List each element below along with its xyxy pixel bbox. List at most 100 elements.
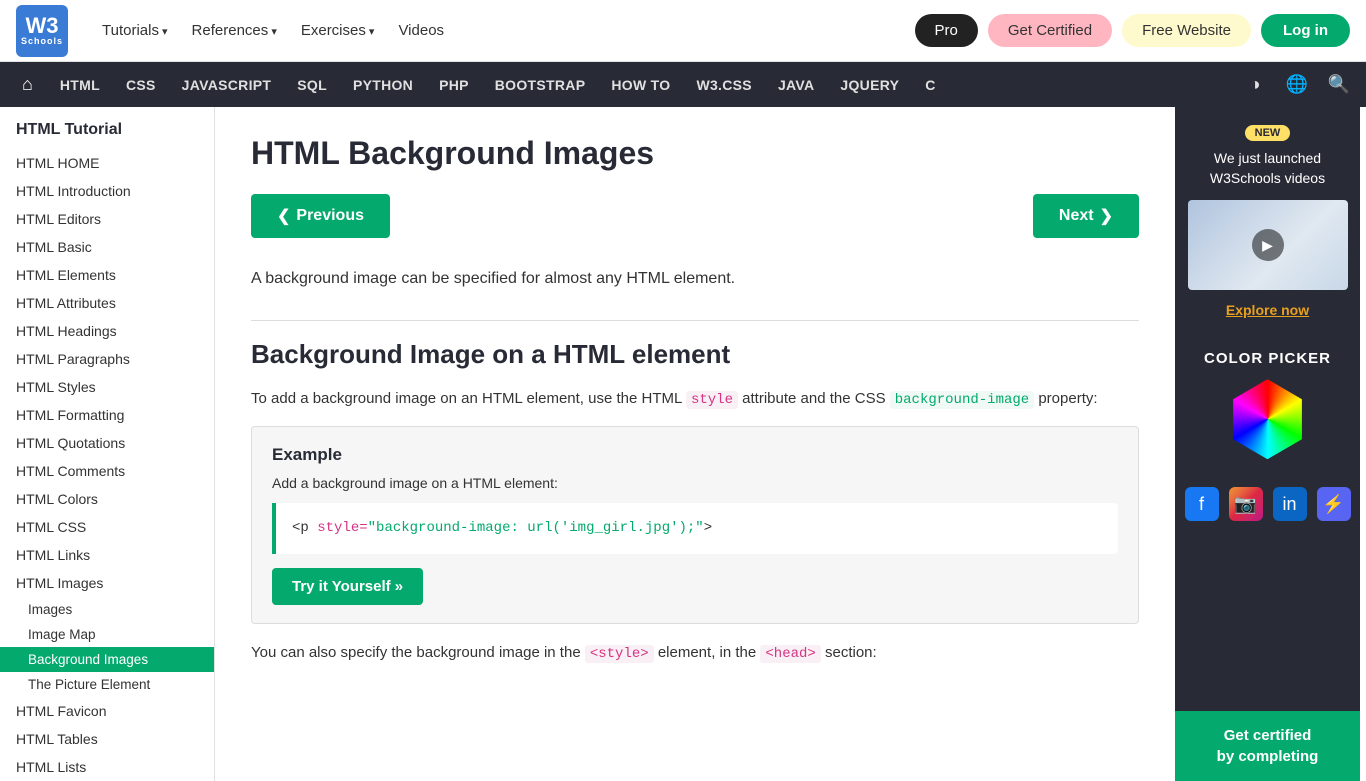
prev-button[interactable]: ❮ Previous	[251, 194, 390, 238]
nav-videos[interactable]: Videos	[388, 16, 454, 45]
search-icon[interactable]: 🔍	[1320, 66, 1358, 104]
nav-jquery[interactable]: JQUERY	[827, 62, 912, 107]
get-certified-text: Get certifiedby completing	[1187, 725, 1348, 767]
divider	[251, 320, 1139, 321]
sidebar-item-attributes[interactable]: HTML Attributes	[0, 289, 214, 317]
code-attr: style=	[317, 520, 367, 536]
pro-button[interactable]: Pro	[915, 14, 978, 47]
sidebar-item-comments[interactable]: HTML Comments	[0, 457, 214, 485]
home-icon[interactable]: ⌂	[8, 62, 47, 107]
nav-howto[interactable]: HOW TO	[598, 62, 683, 107]
page-layout: HTML Tutorial HTML HOME HTML Introductio…	[0, 107, 1366, 781]
get-certified-button[interactable]: Get Certified	[988, 14, 1112, 47]
logo-w3: W3	[26, 15, 59, 37]
sidebar-subitem-image-map[interactable]: Image Map	[0, 622, 214, 647]
top-navigation: W3 Schools Tutorials References Exercise…	[0, 0, 1366, 62]
sidebar-subitem-images[interactable]: Images	[0, 597, 214, 622]
section-description: To add a background image on an HTML ele…	[251, 386, 1139, 413]
nav-tutorials[interactable]: Tutorials	[92, 16, 178, 45]
discord-icon[interactable]: ⚡	[1317, 487, 1351, 521]
section-text-1: To add a background image on an HTML ele…	[251, 390, 686, 407]
nav-references[interactable]: References	[182, 16, 287, 45]
main-nav-right-icons: ◑ 🌐 🔍	[1236, 66, 1358, 104]
sidebar-item-tables[interactable]: HTML Tables	[0, 725, 214, 753]
contrast-icon[interactable]: ◑	[1236, 66, 1274, 104]
prev-arrow: ❮	[277, 206, 290, 226]
nav-php[interactable]: PHP	[426, 62, 482, 107]
nav-java[interactable]: JAVA	[765, 62, 827, 107]
nav-sql[interactable]: SQL	[284, 62, 340, 107]
page-title: HTML Background Images	[251, 135, 1139, 172]
get-certified-box: Get certifiedby completing	[1175, 711, 1360, 781]
try-it-yourself-button[interactable]: Try it Yourself »	[272, 568, 423, 605]
nav-python[interactable]: PYTHON	[340, 62, 426, 107]
linkedin-icon[interactable]: in	[1273, 487, 1307, 521]
color-picker-section: COLOR PICKER	[1175, 336, 1360, 487]
sidebar-item-introduction[interactable]: HTML Introduction	[0, 177, 214, 205]
code-head-tag: <head>	[760, 645, 820, 663]
next-arrow: ❯	[1100, 206, 1113, 226]
main-content: HTML Background Images ❮ Previous Next ❯…	[215, 107, 1175, 781]
sidebar-item-quotations[interactable]: HTML Quotations	[0, 429, 214, 457]
nav-bootstrap[interactable]: BOOTSTRAP	[482, 62, 599, 107]
nav-c[interactable]: C	[912, 62, 948, 107]
new-badge: NEW	[1245, 125, 1291, 141]
sidebar-subitem-picture-element[interactable]: The Picture Element	[0, 672, 214, 697]
instagram-icon[interactable]: 📷	[1229, 487, 1263, 521]
section-text-3: property:	[1038, 390, 1097, 407]
sidebar-item-lists[interactable]: HTML Lists	[0, 753, 214, 781]
code-val: "background-image: url('img_girl.jpg');"	[368, 520, 704, 536]
sidebar-title: HTML Tutorial	[0, 107, 214, 149]
play-button[interactable]: ▶	[1252, 229, 1284, 261]
nav-css[interactable]: CSS	[113, 62, 169, 107]
nav-w3css[interactable]: W3.CSS	[683, 62, 764, 107]
code-tag-close: >	[704, 520, 712, 536]
nav-exercises[interactable]: Exercises	[291, 16, 385, 45]
top-nav-links: Tutorials References Exercises Videos	[92, 16, 454, 45]
login-button[interactable]: Log in	[1261, 14, 1350, 47]
example-sub: Add a background image on a HTML element…	[272, 475, 1118, 491]
sidebar-item-favicon[interactable]: HTML Favicon	[0, 697, 214, 725]
bottom-text-2: element, in the	[658, 644, 761, 661]
bottom-text: You can also specify the background imag…	[251, 640, 1139, 667]
sidebar-item-css[interactable]: HTML CSS	[0, 513, 214, 541]
color-wheel[interactable]	[1228, 379, 1308, 459]
code-tag-open: <p	[292, 520, 317, 536]
explore-link[interactable]: Explore now	[1226, 302, 1309, 318]
nav-buttons: ❮ Previous Next ❯	[251, 194, 1139, 238]
sidebar-item-formatting[interactable]: HTML Formatting	[0, 401, 214, 429]
code-style-tag: <style>	[585, 645, 654, 663]
sidebar-item-images[interactable]: HTML Images	[0, 569, 214, 597]
promo-text: We just launched W3Schools videos	[1175, 149, 1360, 200]
globe-icon[interactable]: 🌐	[1278, 66, 1316, 104]
sidebar-item-headings[interactable]: HTML Headings	[0, 317, 214, 345]
w3schools-logo[interactable]: W3 Schools	[16, 5, 68, 57]
facebook-icon[interactable]: f	[1185, 487, 1219, 521]
right-sidebar: NEW We just launched W3Schools videos ▶ …	[1175, 107, 1360, 781]
code-bg-image: background-image	[890, 391, 1034, 409]
video-thumbnail[interactable]: ▶	[1188, 200, 1348, 290]
free-website-button[interactable]: Free Website	[1122, 14, 1251, 47]
bottom-text-1: You can also specify the background imag…	[251, 644, 585, 661]
section-text-2: attribute and the CSS	[742, 390, 890, 407]
sidebar-subitem-background-images[interactable]: Background Images	[0, 647, 214, 672]
social-icons: f 📷 in ⚡	[1185, 487, 1351, 521]
next-label: Next	[1059, 207, 1094, 225]
sidebar-item-paragraphs[interactable]: HTML Paragraphs	[0, 345, 214, 373]
sidebar-item-html-home[interactable]: HTML HOME	[0, 149, 214, 177]
sidebar-item-colors[interactable]: HTML Colors	[0, 485, 214, 513]
next-button[interactable]: Next ❯	[1033, 194, 1139, 238]
sidebar-item-editors[interactable]: HTML Editors	[0, 205, 214, 233]
sidebar-item-basic[interactable]: HTML Basic	[0, 233, 214, 261]
logo-schools: Schools	[21, 37, 63, 46]
sidebar-item-elements[interactable]: HTML Elements	[0, 261, 214, 289]
example-label: Example	[272, 445, 1118, 465]
top-nav-right: Pro Get Certified Free Website Log in	[915, 14, 1350, 47]
logo-box: W3 Schools	[16, 5, 68, 57]
nav-html[interactable]: HTML	[47, 62, 113, 107]
nav-javascript[interactable]: JAVASCRIPT	[169, 62, 285, 107]
code-style: style	[686, 391, 738, 409]
sidebar-item-styles[interactable]: HTML Styles	[0, 373, 214, 401]
sidebar-item-links[interactable]: HTML Links	[0, 541, 214, 569]
color-picker-title: COLOR PICKER	[1204, 350, 1331, 367]
